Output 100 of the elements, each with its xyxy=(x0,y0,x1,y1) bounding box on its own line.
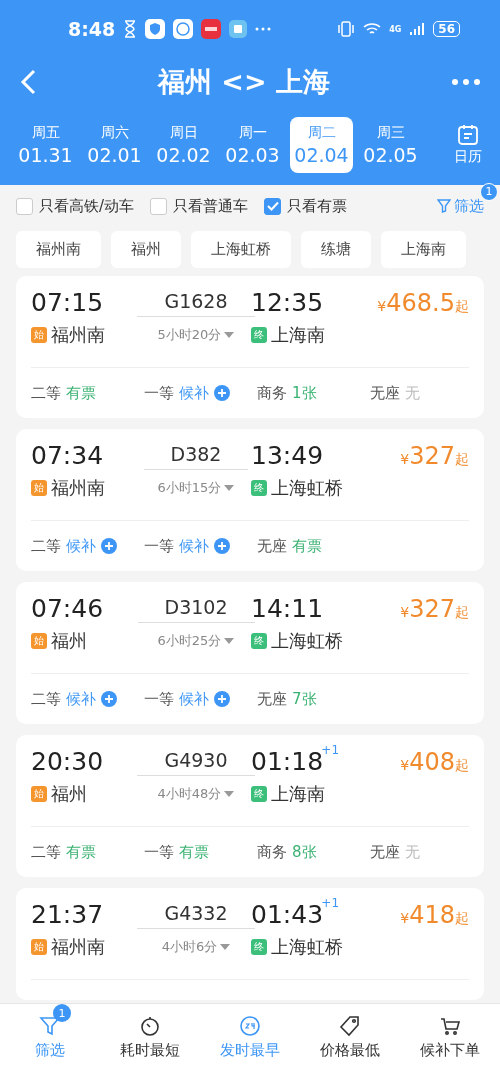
departure-time: 20:30 xyxy=(31,747,105,776)
seat-class: 二等 xyxy=(31,842,61,862)
signal-icon xyxy=(409,22,426,36)
caret-icon xyxy=(224,791,235,797)
filter-icon xyxy=(437,199,451,213)
departure-time: 07:34 xyxy=(31,441,105,470)
checkbox-label: 只看有票 xyxy=(287,196,348,216)
departure-time: 21:37 xyxy=(31,900,105,929)
duration-toggle[interactable]: 4小时6分 xyxy=(161,938,231,956)
station-chip[interactable]: 福州南 xyxy=(16,231,101,268)
more-icon[interactable] xyxy=(452,78,480,85)
plus-icon[interactable] xyxy=(101,691,117,707)
station-name: 福州 xyxy=(51,629,87,653)
station-name: 上海虹桥 xyxy=(271,935,343,959)
next-day-mark: +1 xyxy=(321,896,340,910)
date-tab[interactable]: 周五 01.31 xyxy=(14,117,77,173)
network-label: 4G xyxy=(389,24,402,34)
seat-class: 二等 xyxy=(31,536,61,556)
seat-status: 8张 xyxy=(292,842,317,862)
end-badge: 终 xyxy=(251,633,267,649)
seat-status[interactable]: 候补 xyxy=(66,689,96,709)
duration-toggle[interactable]: 4小时48分 xyxy=(157,785,235,803)
duration-toggle[interactable]: 5小时20分 xyxy=(157,326,235,344)
seat-status[interactable]: 候补 xyxy=(179,536,209,556)
end-badge: 终 xyxy=(251,480,267,496)
caret-icon xyxy=(224,638,235,644)
seat-class: 无座 xyxy=(257,536,287,556)
caret-icon xyxy=(224,485,235,491)
shield-icon xyxy=(145,19,166,39)
train-number: D382 xyxy=(143,443,249,470)
nav-tab[interactable]: 筛选 1 xyxy=(0,1004,100,1069)
start-badge: 始 xyxy=(31,939,47,955)
seat-status[interactable]: 候补 xyxy=(66,536,96,556)
back-icon[interactable] xyxy=(20,68,36,95)
end-badge: 终 xyxy=(251,939,267,955)
plus-icon[interactable] xyxy=(101,538,117,554)
checkbox[interactable] xyxy=(16,197,33,215)
vibrate-icon xyxy=(337,21,356,37)
calendar-button[interactable]: 日历 xyxy=(446,124,490,166)
start-badge: 始 xyxy=(31,786,47,802)
seat-status: 无 xyxy=(405,842,420,862)
duration-toggle[interactable]: 6小时15分 xyxy=(157,479,235,497)
app-icon xyxy=(201,19,222,39)
checkbox[interactable] xyxy=(264,197,282,215)
seat-class: 商务 xyxy=(257,383,287,403)
plus-icon[interactable] xyxy=(214,538,230,554)
nav-tab[interactable]: 价格最低 xyxy=(300,1004,400,1069)
duration-toggle[interactable]: 6小时25分 xyxy=(157,632,235,650)
app-icon xyxy=(229,20,248,38)
price: ¥418起 xyxy=(400,901,469,929)
train-card[interactable]: 07:46 D3102 14:11 ¥327起 始 福州 6小时25分 终 上海虹桥 二等 候补 一等 候补 无座 7张 xyxy=(16,582,484,724)
plus-icon[interactable] xyxy=(214,385,230,401)
price: ¥327起 xyxy=(400,442,469,470)
plus-icon[interactable] xyxy=(214,691,230,707)
seat-status[interactable]: 候补 xyxy=(179,689,209,709)
route-title: 福州 <> 上海 xyxy=(156,64,331,99)
train-card[interactable]: 07:34 D382 13:49 ¥327起 始 福州南 6小时15分 终 上海虹桥 二等 候补 一等 候补 无座 有票 xyxy=(16,429,484,571)
station-name: 福州南 xyxy=(51,323,105,347)
station-name: 上海南 xyxy=(271,782,325,806)
date-tab[interactable]: 周二 02.04 xyxy=(290,117,353,173)
station-name: 福州南 xyxy=(51,935,105,959)
seat-class: 无座 xyxy=(370,842,400,862)
station-name: 上海南 xyxy=(271,323,325,347)
start-badge: 始 xyxy=(31,327,47,343)
count-badge: 1 xyxy=(53,1004,71,1022)
nav-tab[interactable]: 候补下单 xyxy=(400,1004,500,1069)
station-chip[interactable]: 练塘 xyxy=(301,231,371,268)
seat-status: 无 xyxy=(405,383,420,403)
seat-status: 7张 xyxy=(292,689,317,709)
seat-status: 1张 xyxy=(292,383,317,403)
checkbox-label: 只看高铁/动车 xyxy=(39,196,135,216)
nav-tab[interactable]: 耗时最短 xyxy=(100,1004,200,1069)
station-chip[interactable]: 福州 xyxy=(111,231,181,268)
seat-status: 有票 xyxy=(66,842,96,862)
seat-status: 有票 xyxy=(179,842,209,862)
seat-class: 一等 xyxy=(144,842,174,862)
hourglass-icon xyxy=(123,20,138,38)
wifi-icon xyxy=(363,22,382,36)
departure-time: 07:46 xyxy=(31,594,105,623)
date-tab[interactable]: 周三 02.05 xyxy=(359,117,422,173)
seat-status[interactable]: 候补 xyxy=(179,383,209,403)
end-badge: 终 xyxy=(251,786,267,802)
station-name: 上海虹桥 xyxy=(271,476,343,500)
nav-tab[interactable]: 发时最早 xyxy=(200,1004,300,1069)
seat-class: 无座 xyxy=(370,383,400,403)
station-chip[interactable]: 上海南 xyxy=(381,231,466,268)
start-badge: 始 xyxy=(31,480,47,496)
battery-level: 56 xyxy=(433,21,460,37)
date-tab[interactable]: 周一 02.03 xyxy=(221,117,284,173)
seat-status: 有票 xyxy=(66,383,96,403)
date-tab[interactable]: 周六 02.01 xyxy=(83,117,146,173)
more-icon xyxy=(255,27,272,31)
seat-class: 一等 xyxy=(144,383,174,403)
train-card[interactable]: 07:15 G1628 12:35 ¥468.5起 始 福州南 5小时20分 终 上海南 二等 有票 一等 候补 商务 1张 无座 无 xyxy=(16,276,484,418)
date-tab[interactable]: 周日 02.02 xyxy=(152,117,215,173)
checkbox[interactable] xyxy=(150,197,168,215)
seat-class: 无座 xyxy=(257,689,287,709)
seat-class: 二等 xyxy=(31,689,61,709)
station-chip[interactable]: 上海虹桥 xyxy=(191,231,291,268)
seat-class: 一等 xyxy=(144,536,174,556)
